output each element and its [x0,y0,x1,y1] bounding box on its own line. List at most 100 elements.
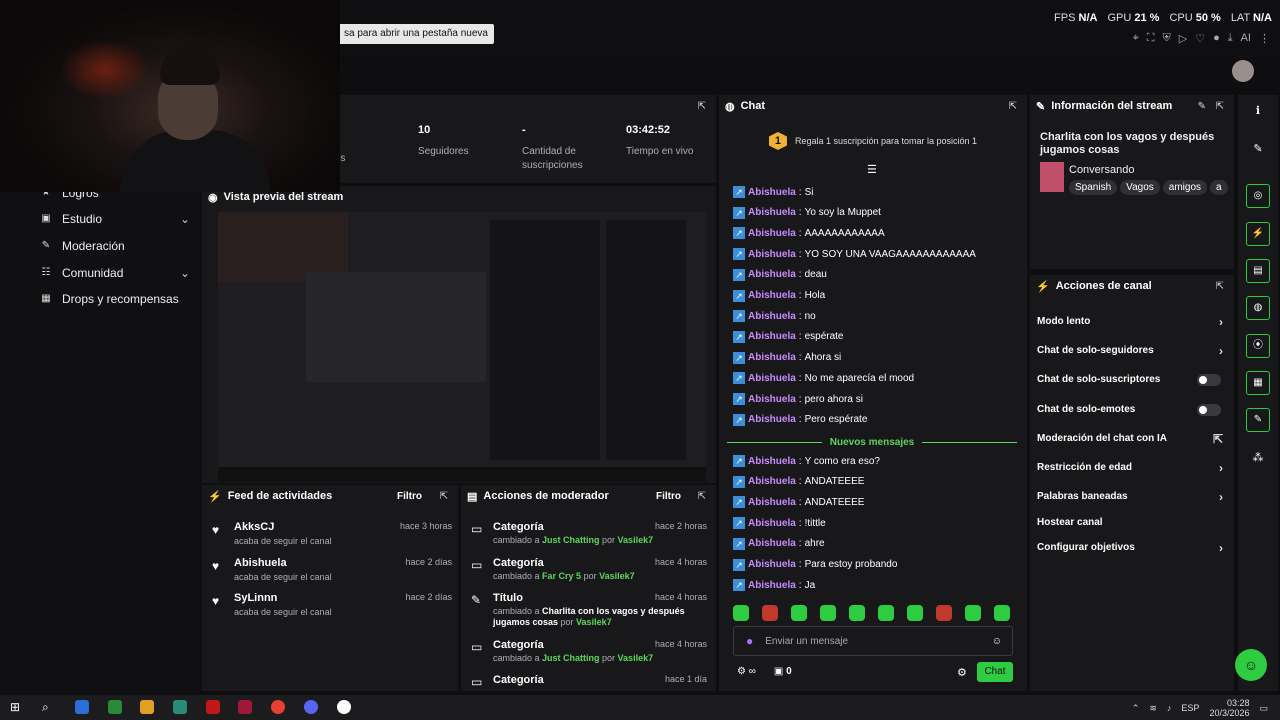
broadcast-icon[interactable]: ⦿ [1246,334,1270,358]
download-icon[interactable]: ⤓ [1228,32,1233,45]
focus-icon[interactable]: ◎ [1246,184,1270,208]
chevron-up-icon[interactable]: ⌃ [1132,703,1140,714]
emote-icon[interactable] [936,605,952,621]
app-icon[interactable] [238,700,252,714]
wifi-icon[interactable]: ≋ [1149,703,1157,714]
chat-username[interactable]: Abishuela [748,352,796,363]
chat-username[interactable]: Abishuela [748,311,796,322]
discord-icon[interactable] [304,700,318,714]
chat-username[interactable]: Abishuela [748,580,796,591]
emote-icon[interactable] [762,605,778,621]
emoji-icon[interactable]: ☺ [992,636,1002,647]
popout-icon[interactable]: ⇱ [1216,101,1224,112]
send-chat-button[interactable]: Chat [977,662,1013,682]
pin-icon[interactable]: ⌖ [1133,32,1139,45]
popout-icon[interactable]: ⇱ [440,491,448,502]
chat-username[interactable]: Abishuela [748,228,796,239]
ai-icon[interactable]: AI [1241,32,1251,45]
action-followers-only[interactable]: Chat de solo-seguidores › [1037,344,1227,358]
search-icon[interactable]: ⌕ [42,700,56,714]
app-icon[interactable] [173,700,187,714]
windows-icon[interactable]: ⊞ [10,700,24,714]
pencil-icon[interactable]: ✎ [1246,137,1270,161]
chat-username[interactable]: Abishuela [748,538,796,549]
chat-username[interactable]: Abishuela [748,394,796,405]
emote-icon[interactable] [878,605,894,621]
action-goals[interactable]: Configurar objetivos › [1037,541,1227,555]
chat-username[interactable]: Abishuela [748,476,796,487]
toggle[interactable] [1197,404,1221,416]
user-icon[interactable]: ● [1213,32,1220,45]
nav-item-estudio[interactable]: ▣ Estudio ⌄ [40,212,190,226]
popout-icon[interactable]: ⇱ [698,491,706,502]
filter-icon[interactable]: ☰ [867,163,877,176]
gift-sub-banner[interactable]: 1 Regala 1 suscripción para tomar la posi… [719,123,1027,159]
popout-icon[interactable]: ⇱ [1216,281,1224,292]
info-icon[interactable]: ℹ [1246,99,1270,123]
list-icon[interactable]: ▤ [1246,259,1270,283]
app-icon[interactable] [108,700,122,714]
nav-item-moderacion[interactable]: ✎ Moderación [40,239,125,253]
mic-icon[interactable]: ● [746,634,753,648]
emote-icon[interactable] [733,605,749,621]
popout-icon[interactable]: ⇱ [698,101,706,112]
action-ai-moderation[interactable]: Moderación del chat con IA ⇱ [1037,432,1227,446]
chrome-icon[interactable] [271,700,285,714]
nav-item-comunidad[interactable]: ☷ Comunidad ⌄ [40,266,190,280]
preview-video[interactable] [218,212,706,482]
layers-icon[interactable]: ▦ [1246,371,1270,395]
filter-button[interactable]: Filtro [397,491,422,502]
action-emotes-only[interactable]: Chat de solo-emotes [1037,404,1227,416]
heart-icon[interactable]: ♡ [1195,32,1205,45]
chat-username[interactable]: Abishuela [748,290,796,301]
tag[interactable]: amigos [1162,180,1208,195]
gear-icon[interactable]: ⚙ [957,666,967,679]
play-icon[interactable]: ▷ [1179,32,1187,45]
action-banned-words[interactable]: Palabras baneadas › [1037,490,1227,504]
notification-icon[interactable]: ▭ [1259,703,1268,714]
bolt-icon[interactable]: ⚡ [1246,222,1270,246]
emote-icon[interactable] [994,605,1010,621]
filter-button[interactable]: Filtro [656,491,681,502]
edit-icon[interactable]: ✎ [1198,101,1206,112]
app-icon[interactable] [206,700,220,714]
tag[interactable]: Vagos [1120,180,1160,195]
action-slow-mode[interactable]: Modo lento › [1037,315,1227,329]
chat-username[interactable]: Abishuela [748,331,796,342]
chat-username[interactable]: Abishuela [748,559,796,570]
chat-username[interactable]: Abishuela [748,187,796,198]
nav-item-drops[interactable]: ▦ Drops y recompensas [40,292,178,306]
app-icon[interactable] [337,700,351,714]
add-widget-icon[interactable]: ⁂ [1246,446,1270,470]
emote-bar[interactable] [733,605,1010,621]
assistant-button[interactable]: ☺ [1235,649,1267,681]
emote-icon[interactable] [791,605,807,621]
wrench-icon[interactable]: ✎ [1246,408,1270,432]
tag[interactable]: a [1210,180,1228,195]
action-age-restriction[interactable]: Restricción de edad › [1037,461,1227,475]
settings-icon[interactable]: ⚙ ∞ [737,666,756,677]
chat-username[interactable]: Abishuela [748,249,796,260]
folder-icon[interactable] [140,700,154,714]
tag[interactable]: Spanish [1069,180,1118,195]
avatar[interactable] [1232,60,1254,82]
app-icon[interactable] [75,700,89,714]
chat-username[interactable]: Abishuela [748,373,796,384]
chat-username[interactable]: Abishuela [748,207,796,218]
emote-icon[interactable] [907,605,923,621]
chat-username[interactable]: Abishuela [748,269,796,280]
chat-username[interactable]: Abishuela [748,518,796,529]
popout-icon[interactable]: ⇱ [1009,101,1017,112]
chat-username[interactable]: Abishuela [748,456,796,467]
emote-icon[interactable] [820,605,836,621]
crop-icon[interactable]: ⛶ [1147,32,1155,45]
shield-icon[interactable]: ⛨ [1162,32,1170,45]
emote-icon[interactable] [849,605,865,621]
toolbar-icons[interactable]: ⌖ ⛶ ⛨ ▷ ♡ ● ⤓ AI ⋮ [1133,32,1270,45]
clock[interactable]: 03:28 20/3/2026 [1209,698,1249,718]
chat-username[interactable]: Abishuela [748,414,796,425]
volume-icon[interactable]: ♪ [1167,703,1172,713]
chat-input[interactable]: ● Enviar un mensaje ☺ [733,626,1013,656]
chat-username[interactable]: Abishuela [748,497,796,508]
emote-icon[interactable] [965,605,981,621]
